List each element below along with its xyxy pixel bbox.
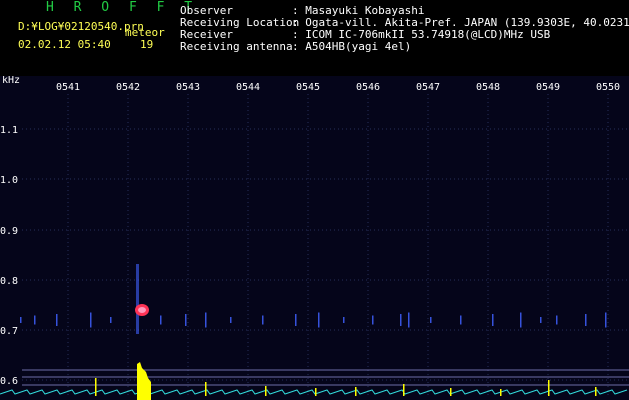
- antenna-label: Receiving antenna: [180, 40, 293, 53]
- echo-streak: [520, 312, 522, 328]
- echo-streak: [460, 315, 462, 325]
- y-tick-label: 1.0: [0, 175, 18, 186]
- antenna-value: : A504HB(yagi 4el): [292, 40, 412, 53]
- power-spike: [595, 387, 597, 396]
- echo-streak: [160, 315, 162, 325]
- x-tick-label: 0548: [476, 82, 500, 93]
- y-unit-label: kHz: [2, 76, 20, 86]
- echo-streak: [90, 312, 92, 328]
- echo-streak: [318, 312, 320, 328]
- y-tick-label: 0.8: [0, 276, 18, 287]
- power-spike: [548, 380, 550, 396]
- x-tick-label: 0541: [56, 82, 80, 93]
- plot-background: [0, 76, 629, 400]
- y-tick-label: 0.6: [0, 376, 18, 387]
- echo-streak: [185, 314, 187, 326]
- echo-streak: [430, 317, 432, 323]
- echo-streak: [372, 315, 374, 325]
- x-tick-label: 0549: [536, 82, 560, 93]
- echo-streak: [343, 317, 345, 323]
- echo-streak: [408, 312, 410, 328]
- power-spike: [265, 386, 267, 396]
- echo-streak: [34, 315, 36, 325]
- x-tick-label: 0545: [296, 82, 320, 93]
- y-tick-label: 1.1: [0, 125, 18, 136]
- echo-streak: [492, 314, 494, 326]
- x-tick-label: 0550: [596, 82, 620, 93]
- echo-streak: [205, 312, 207, 328]
- count: 19: [140, 38, 154, 51]
- power-spike: [500, 389, 502, 396]
- power-spike: [450, 388, 452, 396]
- echo-streak: [605, 312, 607, 328]
- echo-streak: [295, 314, 297, 326]
- meteor-echo-streak: [136, 264, 139, 334]
- echo-streak: [540, 317, 542, 323]
- echo-streak: [56, 314, 58, 326]
- power-spike: [95, 378, 97, 396]
- power-spike: [315, 388, 317, 396]
- power-spike: [205, 382, 207, 396]
- x-tick-label: 0542: [116, 82, 140, 93]
- power-spike: [403, 384, 405, 396]
- y-tick-label: 0.9: [0, 226, 18, 237]
- echo-streak: [230, 317, 232, 323]
- x-tick-label: 0546: [356, 82, 380, 93]
- datetime: 02.02.12 05:40: [18, 38, 111, 51]
- echo-streak: [556, 315, 558, 325]
- echo-streak: [20, 317, 22, 323]
- meteor-echo-core: [138, 307, 146, 313]
- app-title: H R O F F T: [46, 0, 199, 15]
- spectrogram-plot: kHz 0541 0542 0543 0544 0545 0546 0547 0548 0549…: [0, 76, 629, 400]
- power-spike: [355, 387, 357, 396]
- x-tick-label: 0547: [416, 82, 440, 93]
- x-tick-label: 0543: [176, 82, 200, 93]
- echo-streak: [400, 314, 402, 326]
- y-tick-label: 0.7: [0, 326, 18, 337]
- x-tick-label: 0544: [236, 82, 260, 93]
- echo-streak: [262, 315, 264, 325]
- echo-streak: [110, 317, 112, 323]
- echo-streak: [585, 314, 587, 326]
